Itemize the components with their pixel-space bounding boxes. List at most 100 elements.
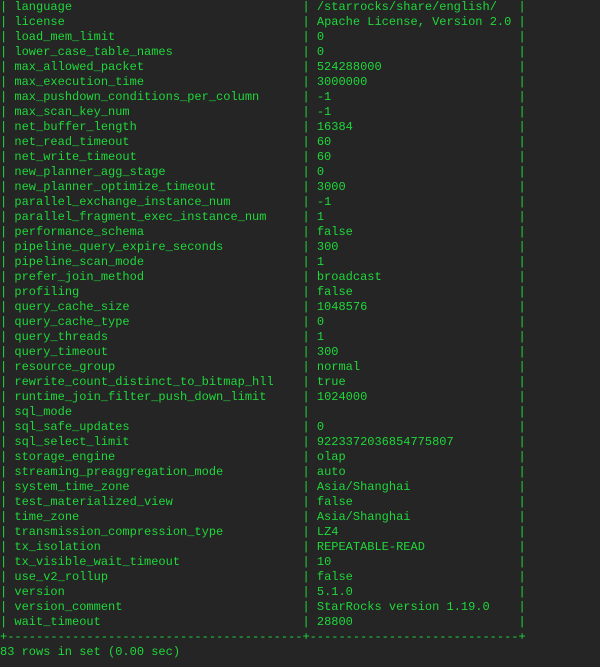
table-row: | sql_select_limit | 9223372036854775807… [0,435,526,450]
variable-value: 28800 [316,615,353,629]
variable-value: Asia/Shanghai [316,510,411,524]
variable-value: 3000000 [316,75,368,89]
cell-separator: | [338,345,526,359]
cell-separator: | [0,480,15,494]
variable-name: new_planner_agg_stage [14,165,166,179]
cell-separator: | [64,15,317,29]
cell-separator: | [381,60,526,74]
cell-separator: | [324,30,526,44]
table-row: | language | /starrocks/share/english/ | [0,0,526,15]
variable-name: query_cache_type [14,315,130,329]
variable-value: 1024000 [316,390,368,404]
variable-name: max_allowed_packet [14,60,145,74]
cell-separator: | [331,90,526,104]
cell-separator: | [129,420,317,434]
cell-separator: | [367,300,526,314]
variable-value: olap [316,450,346,464]
cell-separator: | [223,525,317,539]
variable-value: StarRocks version 1.19.0 [316,600,490,614]
variable-name: wait_timeout [14,615,101,629]
table-row: | performance_schema | false | [0,225,526,240]
cell-separator: | [0,375,15,389]
table-row: | runtime_join_filter_push_down_limit | … [0,390,526,405]
cell-separator: | [352,120,526,134]
variable-name: tx_visible_wait_timeout [14,555,181,569]
table-row: | parallel_exchange_instance_num | -1 | [0,195,526,210]
result-summary: 83 rows in set (0.00 sec) [0,645,181,659]
cell-separator: | [345,450,526,464]
variable-name: sql_select_limit [14,435,130,449]
table-row: | test_materialized_view | false | [0,495,526,510]
variable-value: broadcast [316,270,382,284]
cell-separator: | [136,150,317,164]
cell-separator: | [223,465,317,479]
cell-separator: | [453,435,526,449]
variable-value: 1048576 [316,300,368,314]
variable-value: -1 [316,195,332,209]
table-row: | net_buffer_length | 16384 | [0,120,526,135]
cell-separator: | [0,555,15,569]
cell-separator: | [0,525,15,539]
variable-name: performance_schema [14,225,145,239]
table-row: | version | 5.1.0 | [0,585,526,600]
cell-separator: | [324,165,526,179]
variable-name: lower_case_table_names [14,45,173,59]
variable-value: Asia/Shanghai [316,480,411,494]
cell-separator: | [129,300,317,314]
cell-separator: | [352,570,526,584]
table-row: | pipeline_scan_mode | 1 | [0,255,526,270]
variable-name: sql_mode [14,405,73,419]
variable-name: prefer_join_method [14,270,145,284]
cell-separator: | [100,540,317,554]
cell-separator: | [0,345,15,359]
cell-separator: | [259,90,317,104]
variable-value: false [316,285,353,299]
cell-separator: | [381,270,526,284]
cell-separator: | [352,495,526,509]
cell-separator: | [324,330,526,344]
table-row: | query_timeout | 300 | [0,345,526,360]
cell-separator: | [266,390,317,404]
table-row: | load_mem_limit | 0 | [0,30,526,45]
cell-separator: | [410,480,526,494]
cell-separator: | [100,615,317,629]
variable-value: 524288000 [316,60,382,74]
cell-separator: | [144,75,317,89]
cell-separator: | [0,585,15,599]
cell-separator: | [129,315,317,329]
table-row: | new_planner_optimize_timeout | 3000 | [0,180,526,195]
variable-name: pipeline_query_expire_seconds [14,240,224,254]
cell-separator: | [0,300,15,314]
cell-separator: | [0,465,15,479]
cell-separator: | [266,210,317,224]
cell-separator: | [0,315,15,329]
cell-separator: | [0,495,15,509]
variable-value: 300 [316,345,339,359]
variables-table: | language | /starrocks/share/english/ |… [0,0,526,630]
cell-separator: | [324,45,526,59]
cell-separator: | [324,210,526,224]
cell-separator: | [165,165,317,179]
table-row: | rewrite_count_distinct_to_bitmap_hll |… [0,375,526,390]
variable-value: 16384 [316,120,353,134]
cell-separator: | [324,255,526,269]
cell-separator: | [115,360,317,374]
variable-name: max_scan_key_num [14,105,130,119]
variable-name: max_execution_time [14,75,145,89]
cell-separator: | [0,240,15,254]
cell-separator: | [0,90,15,104]
cell-separator: | [72,405,317,419]
cell-separator: | [108,345,317,359]
cell-separator: | [0,165,15,179]
variable-name: license [14,15,65,29]
cell-separator: | [136,120,317,134]
cell-separator: | [424,540,526,554]
terminal-output: | language | /starrocks/share/english/ |… [0,0,526,660]
variable-value: -1 [316,105,332,119]
variable-name: transmission_compression_type [14,525,224,539]
cell-separator: | [496,0,526,14]
cell-separator: | [230,195,317,209]
variable-name: parallel_fragment_exec_instance_num [14,210,267,224]
cell-separator: | [410,510,526,524]
cell-separator: | [0,210,15,224]
